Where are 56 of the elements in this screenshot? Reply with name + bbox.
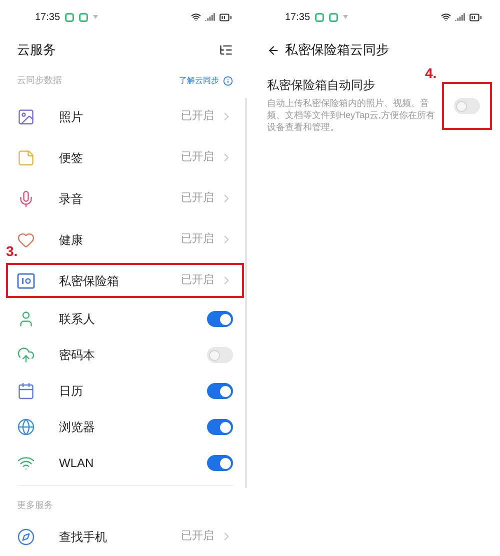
page-title: 私密保险箱云同步 (285, 41, 389, 60)
photo-icon (17, 108, 35, 126)
wifi-icon (17, 454, 35, 472)
status-text: 已开启 (181, 190, 214, 206)
item-label[interactable]: 便签 (59, 148, 181, 166)
toggle-switch[interactable] (454, 98, 480, 114)
dropdown-icon (343, 15, 348, 19)
toggle-switch[interactable] (207, 347, 233, 363)
clock-time: 17:35 (35, 10, 60, 24)
status-text: 已开启 (181, 108, 214, 124)
section-header: 更多服务 (17, 498, 53, 512)
menu-icon[interactable] (219, 43, 233, 57)
item-label[interactable]: 查找手机 (59, 528, 181, 546)
cloud-icon (17, 346, 35, 364)
signal-icon (455, 12, 465, 22)
dropdown-icon (93, 15, 98, 19)
section-header: 云同步数据 (17, 74, 62, 88)
item-label[interactable]: 浏览器 (59, 418, 207, 436)
item-label[interactable]: 密码本 (59, 346, 207, 364)
setting-description: 自动上传私密保险箱内的照片、视频、音频、文档等文件到HeyTap云,方便你在所有设备查看和管理。 (267, 97, 436, 133)
status-text: 已开启 (181, 150, 214, 166)
toggle-switch[interactable] (207, 311, 233, 327)
note-icon (17, 148, 35, 166)
page-title: 云服务 (17, 41, 56, 60)
step-number: 4. (425, 66, 437, 80)
item-label[interactable]: 健康 (59, 230, 181, 248)
item-label[interactable]: WLAN (59, 454, 207, 472)
item-label[interactable]: 私密保险箱 (59, 272, 181, 290)
heart-icon (17, 230, 35, 248)
safe-icon (17, 272, 35, 288)
back-arrow-icon[interactable] (267, 44, 280, 56)
toggle-switch[interactable] (207, 419, 233, 435)
battery-icon (219, 10, 232, 24)
help-link[interactable]: 了解云同步 (179, 75, 219, 87)
status-text: 已开启 (181, 232, 214, 248)
status-text: 已开启 (181, 272, 214, 288)
globe-icon (17, 418, 35, 436)
battery-icon (469, 10, 482, 24)
compass-icon (17, 528, 35, 546)
info-icon[interactable] (223, 76, 233, 86)
status-text: 已开启 (181, 528, 214, 544)
item-label[interactable]: 照片 (59, 108, 181, 126)
clock-time: 17:35 (285, 10, 310, 24)
calendar-icon (17, 382, 35, 400)
step-number: 3. (6, 244, 18, 258)
toggle-switch[interactable] (207, 455, 233, 471)
setting-title: 私密保险箱自动同步 (267, 77, 376, 94)
person-icon (17, 310, 35, 328)
microphone-icon (17, 190, 35, 208)
wifi-icon (441, 12, 451, 22)
signal-icon (205, 12, 215, 22)
item-label[interactable]: 联系人 (59, 310, 207, 328)
item-label[interactable]: 日历 (59, 382, 207, 400)
toggle-switch[interactable] (207, 383, 233, 399)
item-label[interactable]: 录音 (59, 190, 181, 208)
wifi-icon (191, 12, 201, 22)
